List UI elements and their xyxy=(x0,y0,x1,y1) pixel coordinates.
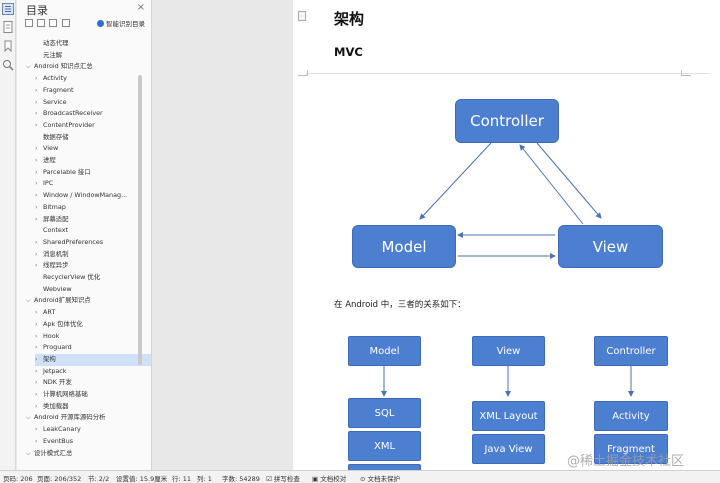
controller-column-header: Controller xyxy=(594,336,668,366)
spell-check-icon: ☑ xyxy=(266,475,272,483)
view-box: View xyxy=(558,225,663,268)
protection-icon: ⊙ xyxy=(360,475,366,483)
sql-box: SQL xyxy=(348,398,421,428)
status-page-number: 页码: 206 xyxy=(3,475,33,483)
xml-box: XML xyxy=(348,431,421,461)
arrow-view-to-controller xyxy=(519,144,584,225)
model-box: Model xyxy=(352,225,456,268)
status-word-count[interactable]: 字数: 54289 xyxy=(222,473,260,483)
status-row: 行: 11 xyxy=(172,475,192,483)
protection-button[interactable]: ⊙ 文档未保护 xyxy=(360,473,400,483)
status-section: 节: 2/2 xyxy=(88,475,110,483)
activity-box: Activity xyxy=(594,401,668,431)
controller-box: Controller xyxy=(455,99,559,143)
proofread-button[interactable]: ▣ 文档校对 xyxy=(312,473,346,483)
xml-layout-box: XML Layout xyxy=(472,401,545,431)
relation-paragraph: 在 Android 中，三者的关系如下： xyxy=(334,300,466,310)
status-setting-value: 设置值: 15.9厘米 xyxy=(116,475,168,483)
watermark: @稀土掘金技术社区 xyxy=(567,454,685,469)
arrow-controller-to-model xyxy=(419,142,492,220)
proofread-icon: ▣ xyxy=(312,475,319,483)
status-pages[interactable]: 页面: 206/352 xyxy=(37,473,81,483)
java-view-box: Java View xyxy=(472,434,545,464)
status-bar: 页码: 206 页面: 206/352 节: 2/2 设置值: 15.9厘米 行… xyxy=(0,470,720,483)
status-column: 列: 1 xyxy=(197,475,212,483)
spell-check-button[interactable]: ☑ 拼写检查 xyxy=(266,473,300,483)
view-column-header: View xyxy=(472,336,545,366)
model-column-header: Model xyxy=(348,336,421,366)
